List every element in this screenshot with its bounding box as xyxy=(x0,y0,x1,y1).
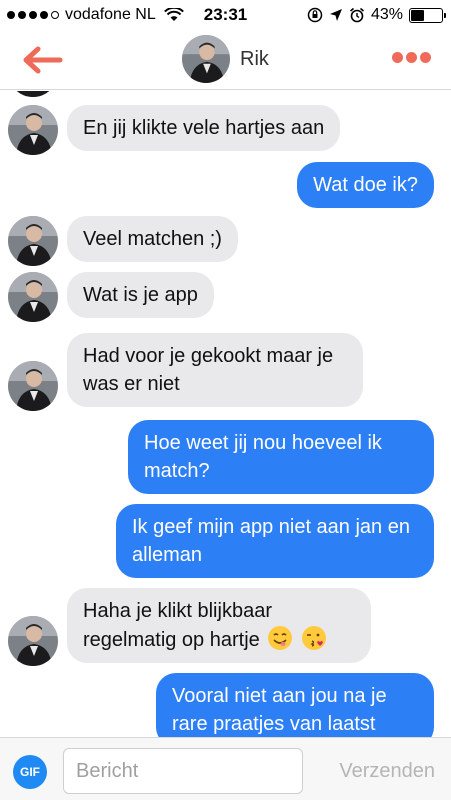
person-photo-icon xyxy=(8,361,58,411)
message-bubble-sent[interactable]: Vooral niet aan jou na je rare praatjes … xyxy=(156,673,434,737)
person-photo-icon xyxy=(8,105,58,155)
send-button[interactable]: Verzenden xyxy=(339,760,435,783)
person-photo-icon xyxy=(8,272,58,322)
message-bubble-received[interactable]: Wat is je app xyxy=(67,272,214,318)
person-photo-icon xyxy=(8,616,58,666)
message-text: Haha je klikt blijkbaar regelmatig op ha… xyxy=(83,600,272,651)
contact-avatar-small xyxy=(8,105,58,155)
message-list[interactable]: En jij klikte vele hartjes aan Wat doe i… xyxy=(0,91,451,737)
contact-avatar[interactable] xyxy=(182,35,231,83)
contact-avatar-small xyxy=(8,272,58,322)
alarm-icon xyxy=(349,7,364,23)
battery-icon xyxy=(409,7,446,23)
face-blowing-kiss-emoji-icon xyxy=(301,626,326,650)
contact-avatar-small xyxy=(8,361,58,411)
message-bubble-received[interactable]: Had voor je gekookt maar je was er niet xyxy=(67,333,363,407)
message-input[interactable] xyxy=(63,748,303,794)
gif-button[interactable]: GIF xyxy=(13,755,47,789)
message-bubble-sent[interactable]: Hoe weet jij nou hoeveel ik match? xyxy=(128,420,434,494)
message-bubble-sent[interactable]: Wat doe ik? xyxy=(297,162,434,208)
person-photo-icon xyxy=(182,35,231,83)
location-icon xyxy=(329,9,342,21)
smiling-face-emoji-icon xyxy=(268,626,293,650)
battery-level xyxy=(411,9,424,21)
rotation-lock-icon xyxy=(307,7,323,23)
contact-avatar-small xyxy=(8,216,58,266)
contact-avatar-small xyxy=(8,616,58,666)
wifi-icon xyxy=(163,8,184,21)
avatar xyxy=(8,91,58,97)
message-bubble-received[interactable]: Veel matchen ;) xyxy=(67,216,238,262)
more-options-icon xyxy=(392,52,403,63)
signal-strength-icon xyxy=(7,11,59,19)
message-bubble-received[interactable]: En jij klikte vele hartjes aan xyxy=(67,105,341,151)
contact-name: Rik xyxy=(240,47,269,70)
more-options-button[interactable] xyxy=(392,52,431,63)
message-bubble-sent[interactable]: Ik geef mijn app niet aan jan en alleman xyxy=(116,504,434,578)
carrier-name: vodafone NL xyxy=(65,6,156,23)
status-bar: vodafone NL 23:31 43% xyxy=(0,0,451,30)
battery-percentage: 43% xyxy=(370,6,403,23)
message-composer: GIF Verzenden xyxy=(0,737,451,800)
contact-info[interactable]: Rik xyxy=(0,35,451,83)
message-bubble-received[interactable]: Haha je klikt blijkbaar regelmatig op ha… xyxy=(67,588,371,663)
conversation-header: Rik xyxy=(0,30,451,90)
person-photo-icon xyxy=(8,216,58,266)
